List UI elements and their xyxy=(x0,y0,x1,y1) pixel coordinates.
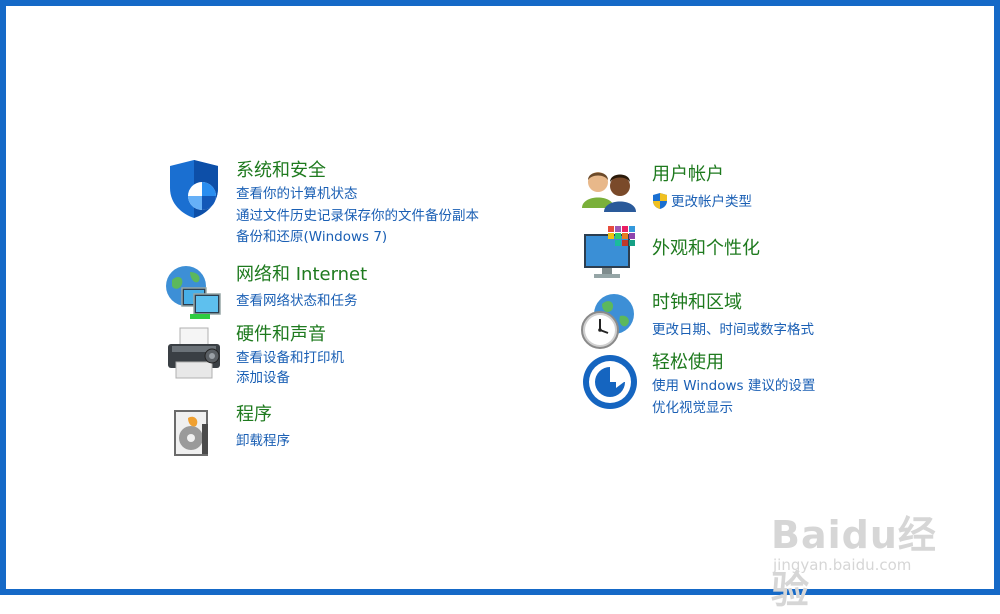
programs-box-icon[interactable] xyxy=(164,404,224,464)
security-shield-icon[interactable] xyxy=(164,160,224,220)
category-title[interactable]: 程序 xyxy=(236,404,272,426)
category-hardware-sound: 硬件和声音 查看设备和打印机 添加设备 xyxy=(164,324,524,394)
monitor-palette-icon[interactable] xyxy=(580,224,640,284)
category-title[interactable]: 硬件和声音 xyxy=(236,324,326,346)
category-clock-region: 时钟和区域 更改日期、时间或数字格式 xyxy=(580,292,900,352)
link-uninstall-program[interactable]: 卸载程序 xyxy=(236,432,290,450)
link-backup-restore[interactable]: 备份和还原(Windows 7) xyxy=(236,228,387,246)
users-icon[interactable] xyxy=(580,164,640,224)
link-add-device[interactable]: 添加设备 xyxy=(236,369,290,387)
category-user-accounts: 用户帐户 更改帐户类型 xyxy=(580,164,900,224)
link-optimize-visual-display[interactable]: 优化视觉显示 xyxy=(652,399,733,417)
clock-globe-icon[interactable] xyxy=(580,292,640,352)
ease-of-access-icon[interactable] xyxy=(580,352,640,412)
category-system-security: 系统和安全 查看你的计算机状态 通过文件历史记录保存你的文件备份副本 备份和还原… xyxy=(164,160,524,250)
printer-icon[interactable] xyxy=(164,324,224,384)
category-programs: 程序 卸载程序 xyxy=(164,404,524,464)
watermark-url: jingyan.baidu.com xyxy=(773,556,912,574)
category-title[interactable]: 时钟和区域 xyxy=(652,292,742,314)
uac-shield-icon xyxy=(652,193,668,209)
category-network-internet: 网络和 Internet 查看网络状态和任务 xyxy=(164,264,524,324)
link-network-status[interactable]: 查看网络状态和任务 xyxy=(236,292,358,310)
category-title[interactable]: 用户帐户 xyxy=(652,164,724,186)
link-devices-printers[interactable]: 查看设备和打印机 xyxy=(236,349,344,367)
category-title[interactable]: 网络和 Internet xyxy=(236,264,367,286)
link-label: 更改帐户类型 xyxy=(671,194,752,210)
category-appearance: 外观和个性化 xyxy=(580,224,900,284)
category-title[interactable]: 轻松使用 xyxy=(652,352,724,374)
link-change-date-time-format[interactable]: 更改日期、时间或数字格式 xyxy=(652,321,814,339)
link-change-account-type[interactable]: 更改帐户类型 xyxy=(652,193,752,211)
network-globe-icon[interactable] xyxy=(164,264,224,324)
control-panel-window: 系统和安全 查看你的计算机状态 通过文件历史记录保存你的文件备份副本 备份和还原… xyxy=(0,0,1000,612)
link-recommended-settings[interactable]: 使用 Windows 建议的设置 xyxy=(652,377,815,395)
category-ease-of-access: 轻松使用 使用 Windows 建议的设置 优化视觉显示 xyxy=(580,352,900,422)
category-title[interactable]: 外观和个性化 xyxy=(652,238,760,260)
baidu-watermark: Baidu经验 jingyan.baidu.com xyxy=(771,494,961,612)
link-file-history-backup[interactable]: 通过文件历史记录保存你的文件备份副本 xyxy=(236,207,479,225)
category-title[interactable]: 系统和安全 xyxy=(236,160,326,182)
link-view-computer-status[interactable]: 查看你的计算机状态 xyxy=(236,185,358,203)
